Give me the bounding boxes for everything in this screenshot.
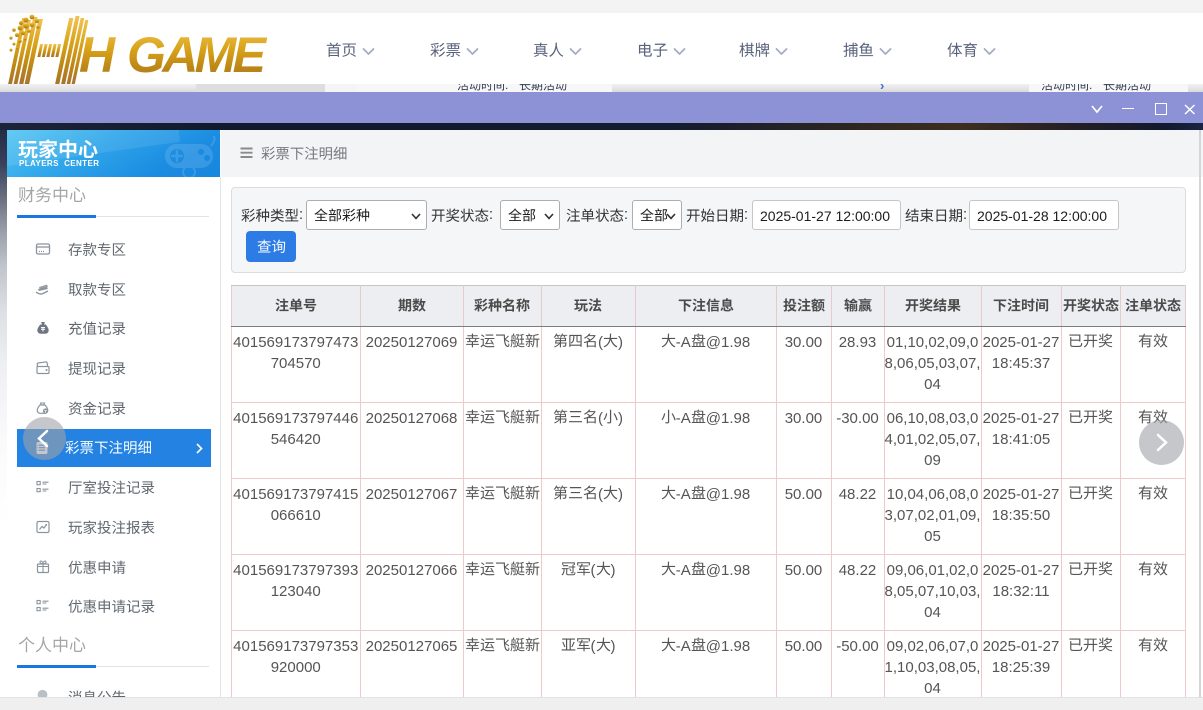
svg-text:GAME: GAME (127, 27, 268, 83)
svg-text:H: H (79, 27, 116, 83)
